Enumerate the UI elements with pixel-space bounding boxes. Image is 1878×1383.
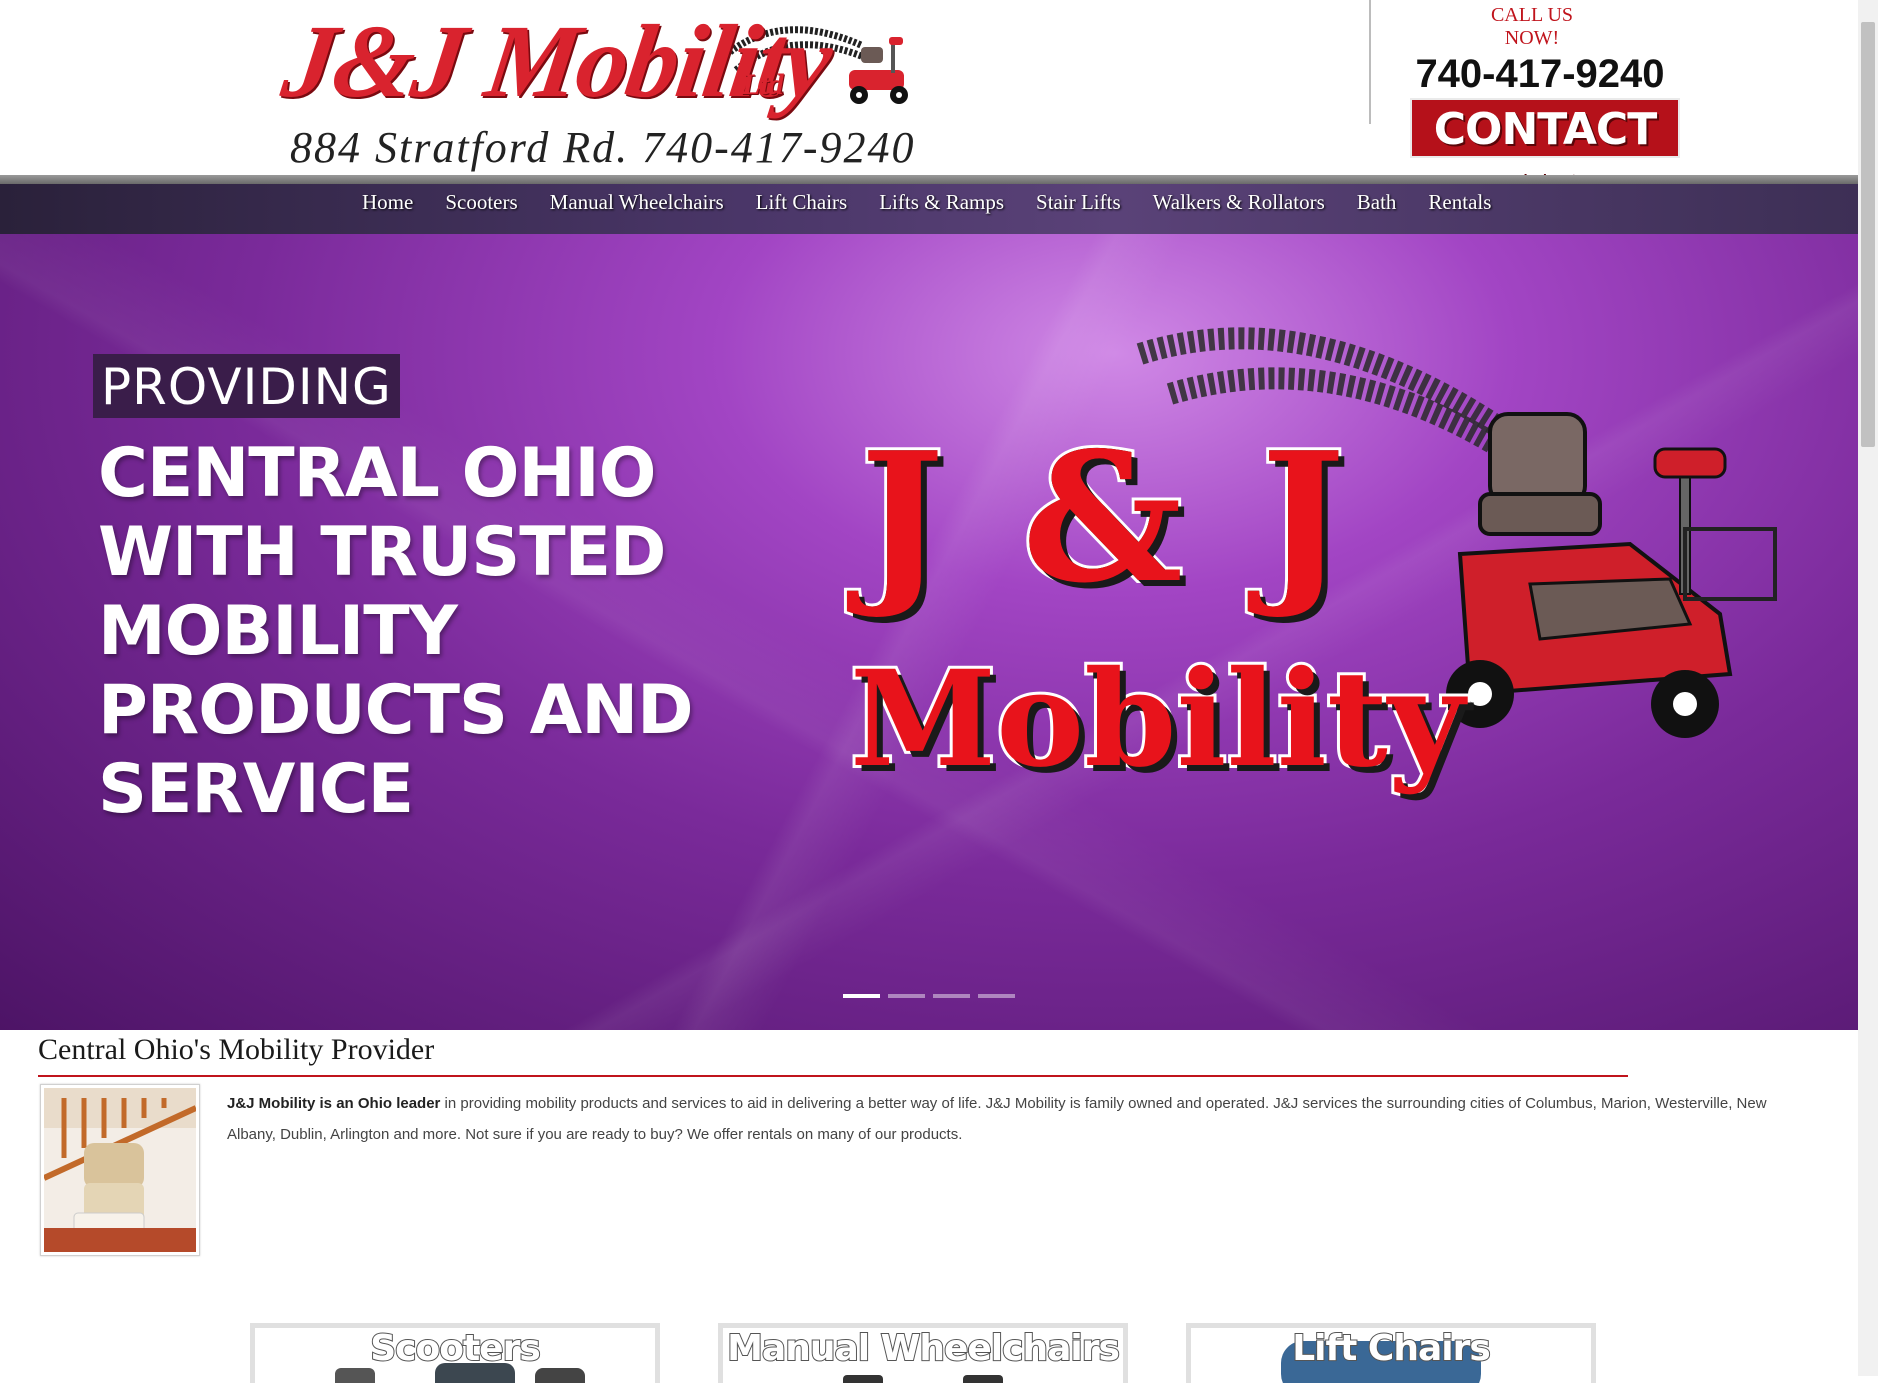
nav-item-rentals: Rentals bbox=[1412, 184, 1507, 234]
nav-list: Home Scooters Manual Wheelchairs Lift Ch… bbox=[346, 184, 1507, 234]
main-nav: Home Scooters Manual Wheelchairs Lift Ch… bbox=[0, 184, 1858, 234]
slider-pagination bbox=[843, 994, 1015, 998]
nav-item-bath: Bath bbox=[1341, 184, 1413, 234]
logo-ltd: Ltd bbox=[742, 68, 784, 101]
slider-dot-4[interactable] bbox=[978, 994, 1015, 998]
nav-link-manual-wheelchairs[interactable]: Manual Wheelchairs bbox=[550, 184, 724, 220]
category-card-manual-wheelchairs[interactable]: Manual Wheelchairs bbox=[718, 1323, 1128, 1383]
category-title-scooters: Scooters bbox=[369, 1328, 542, 1370]
nav-link-lift-chairs[interactable]: Lift Chairs bbox=[756, 184, 848, 220]
category-card-lift-chairs[interactable]: Lift Chairs bbox=[1186, 1323, 1596, 1383]
header-divider bbox=[1369, 0, 1371, 124]
nav-item-home: Home bbox=[346, 184, 429, 234]
nav-link-walkers-rollators[interactable]: Walkers & Rollators bbox=[1153, 184, 1325, 220]
nav-link-stair-lifts[interactable]: Stair Lifts bbox=[1036, 184, 1121, 220]
nav-link-bath[interactable]: Bath bbox=[1357, 184, 1397, 220]
intro-body: in providing mobility products and servi… bbox=[227, 1095, 1767, 1143]
nav-link-home[interactable]: Home bbox=[362, 184, 413, 220]
hero-slider[interactable]: PROVIDING CENTRAL OHIO WITH TRUSTED MOBI… bbox=[0, 234, 1858, 1030]
intro-title: Central Ohio's Mobility Provider bbox=[38, 1033, 435, 1066]
slider-dot-1[interactable] bbox=[843, 994, 880, 998]
slider-dot-3[interactable] bbox=[933, 994, 970, 998]
scrollbar-thumb[interactable] bbox=[1861, 22, 1875, 447]
nav-item-walkers-rollators: Walkers & Rollators bbox=[1137, 184, 1341, 234]
slider-dot-2[interactable] bbox=[888, 994, 925, 998]
page-scrollbar[interactable] bbox=[1858, 0, 1878, 1376]
call-now-label: CALL US NOW! bbox=[1490, 4, 1574, 49]
contact-us-button[interactable]: CONTACT US bbox=[1410, 98, 1680, 215]
intro-divider bbox=[38, 1075, 1628, 1077]
intro-bold-lead: J&J Mobility is an Ohio leader bbox=[227, 1095, 441, 1112]
stair-lift-photo bbox=[40, 1084, 200, 1256]
category-title-manual-wheelchairs: Manual Wheelchairs bbox=[726, 1328, 1121, 1370]
category-title-lift-chairs: Lift Chairs bbox=[1291, 1328, 1492, 1370]
nav-item-scooters: Scooters bbox=[429, 184, 533, 234]
site-header: J&J Mobility Ltd 884 Stratford Rd. 740-4… bbox=[0, 0, 1858, 215]
nav-link-scooters[interactable]: Scooters bbox=[445, 184, 517, 220]
phone-number[interactable]: 740-417-9240 bbox=[1405, 52, 1675, 97]
category-card-scooters[interactable]: Scooters bbox=[250, 1323, 660, 1383]
nav-top-border bbox=[0, 175, 1858, 184]
hero-logo-jj: J & J bbox=[857, 413, 1354, 622]
nav-item-stair-lifts: Stair Lifts bbox=[1020, 184, 1137, 234]
nav-link-lifts-ramps[interactable]: Lifts & Ramps bbox=[879, 184, 1004, 220]
nav-link-rentals[interactable]: Rentals bbox=[1428, 184, 1491, 220]
nav-item-manual-wheelchairs: Manual Wheelchairs bbox=[534, 184, 740, 234]
logo-address: 884 Stratford Rd. 740-417-9240 bbox=[290, 123, 916, 172]
intro-paragraph: J&J Mobility is an Ohio leader in provid… bbox=[227, 1088, 1767, 1150]
site-logo[interactable]: J&J Mobility Ltd 884 Stratford Rd. 740-4… bbox=[276, 4, 913, 172]
hero-logo-mobility: Mobility bbox=[847, 642, 1468, 797]
nav-item-lifts-ramps: Lifts & Ramps bbox=[863, 184, 1020, 234]
nav-item-lift-chairs: Lift Chairs bbox=[740, 184, 864, 234]
hero-tagline: CENTRAL OHIO WITH TRUSTED MOBILITY PRODU… bbox=[98, 434, 694, 829]
hero-providing-label: PROVIDING bbox=[93, 354, 400, 418]
stair-lift-image bbox=[42, 1088, 198, 1252]
